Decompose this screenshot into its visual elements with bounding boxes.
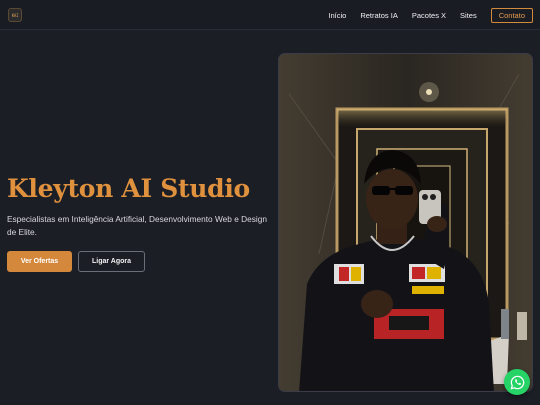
hero-portrait-image bbox=[278, 53, 533, 392]
nav-link-pacotes[interactable]: Pacotes X bbox=[412, 11, 446, 20]
nav-link-inicio[interactable]: Início bbox=[328, 11, 346, 20]
brand-logo[interactable]: KAI bbox=[8, 8, 22, 22]
nav-link-sites[interactable]: Sites bbox=[460, 11, 477, 20]
whatsapp-button[interactable] bbox=[504, 369, 530, 395]
contact-button[interactable]: Contato bbox=[490, 8, 533, 23]
view-offers-button[interactable]: Ver Ofertas bbox=[7, 251, 72, 272]
call-now-button[interactable]: Ligar Agora bbox=[78, 251, 145, 272]
nav-link-retratos[interactable]: Retratos IA bbox=[360, 11, 398, 20]
hero-title: Kleyton AI Studio bbox=[7, 174, 250, 203]
whatsapp-icon bbox=[509, 375, 524, 390]
top-navbar: KAI Início Retratos IA Pacotes X Sites C… bbox=[0, 0, 540, 30]
portrait-illustration bbox=[279, 54, 532, 391]
hero-subtitle: Especialistas em Inteligência Artificial… bbox=[7, 214, 267, 237]
brand-logo-text: KAI bbox=[11, 12, 19, 18]
nav-menu: Início Retratos IA Pacotes X Sites Conta… bbox=[328, 8, 533, 23]
